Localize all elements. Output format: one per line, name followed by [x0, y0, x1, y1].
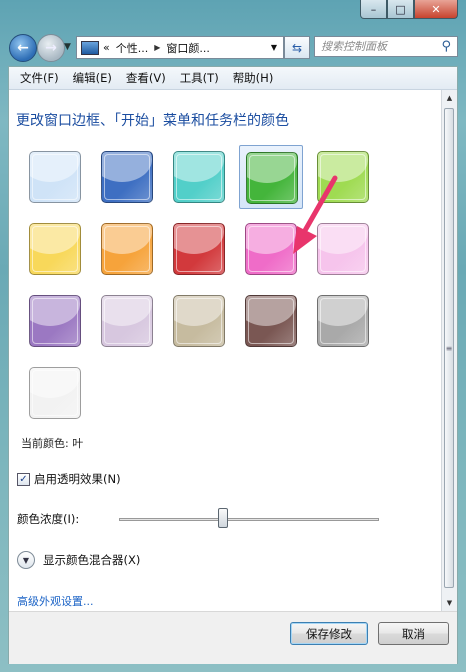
color-mixer-toggle[interactable]: ▼ 显示颜色混合器(X): [17, 551, 140, 569]
vertical-scrollbar[interactable]: ▲ ≡ ▼: [441, 90, 457, 611]
client-area: 文件(F) 编辑(E) 查看(V) 工具(T) 帮助(H) 更改窗口边框、「开始…: [8, 66, 458, 664]
color-swatch-sea[interactable]: [167, 145, 231, 209]
chevron-down-icon[interactable]: ▼: [17, 551, 35, 569]
color-swatch-twilight[interactable]: [95, 145, 159, 209]
arrow-right-icon: →: [45, 40, 57, 56]
color-swatch-frost[interactable]: [23, 361, 87, 425]
refresh-button[interactable]: ⇆: [284, 36, 310, 59]
menu-bar: 文件(F) 编辑(E) 查看(V) 工具(T) 帮助(H): [9, 67, 457, 90]
refresh-icon: ⇆: [291, 40, 303, 55]
breadcrumb-window-color[interactable]: 窗口颜...: [166, 40, 210, 56]
color-settings-panel: 更改窗口边框、「开始」菜单和任务栏的颜色 当前颜色: 叶 ✓ 启用透明效果(N)…: [9, 90, 442, 611]
scroll-down-icon[interactable]: ▼: [442, 595, 457, 611]
color-swatch-fill[interactable]: [101, 295, 153, 347]
maximize-button[interactable]: □: [387, 0, 414, 19]
color-swatch-pumpkin[interactable]: [95, 217, 159, 281]
color-swatch-fill[interactable]: [245, 223, 297, 275]
color-swatch-lavender[interactable]: [95, 289, 159, 353]
transparency-checkbox[interactable]: ✓: [17, 472, 30, 486]
color-swatch-fill[interactable]: [29, 223, 81, 275]
navigation-bar: ← → ▼ « 个性... ▶ 窗口颜... ▼ ⇆ ⚲: [0, 30, 466, 62]
minimize-button[interactable]: –: [360, 0, 387, 19]
color-swatch-fill[interactable]: [173, 223, 225, 275]
color-swatch-ruby[interactable]: [167, 217, 231, 281]
color-swatch-fill[interactable]: [29, 367, 81, 419]
annotation-arrow-icon: [293, 175, 338, 254]
color-swatch-slate[interactable]: [311, 289, 375, 353]
back-button[interactable]: ←: [9, 34, 37, 62]
search-box[interactable]: ⚲: [314, 36, 458, 57]
address-bar[interactable]: « 个性... ▶ 窗口颜... ▼: [76, 36, 284, 59]
color-swatch-fill[interactable]: [101, 223, 153, 275]
search-icon[interactable]: ⚲: [441, 39, 451, 54]
page-title: 更改窗口边框、「开始」菜单和任务栏的颜色: [16, 113, 289, 129]
menu-edit[interactable]: 编辑(E): [66, 68, 119, 88]
menu-tools[interactable]: 工具(T): [173, 68, 226, 88]
color-swatch-violet[interactable]: [23, 289, 87, 353]
transparency-option[interactable]: ✓ 启用透明效果(N): [17, 471, 121, 487]
menu-help[interactable]: 帮助(H): [226, 68, 281, 88]
color-swatch-fill[interactable]: [29, 151, 81, 203]
color-swatch-fill[interactable]: [173, 295, 225, 347]
color-intensity-slider-thumb[interactable]: [218, 508, 228, 528]
caption-buttons: – □ ✕: [360, 0, 458, 20]
scrollbar-thumb[interactable]: ≡: [444, 108, 454, 588]
color-swatch-fill[interactable]: [173, 151, 225, 203]
color-swatch-sky[interactable]: [23, 145, 87, 209]
color-swatch-fill[interactable]: [101, 151, 153, 203]
color-swatch-fill[interactable]: [29, 295, 81, 347]
color-swatch-taupe[interactable]: [167, 289, 231, 353]
button-bar: 保存修改 取消: [9, 611, 457, 664]
chevron-down-icon: ▼: [64, 42, 71, 52]
menu-file[interactable]: 文件(F): [13, 68, 66, 88]
advanced-appearance-link[interactable]: 高级外观设置...: [17, 593, 94, 609]
control-panel-window: – □ ✕ ← → ▼ « 个性... ▶ 窗口颜... ▼ ⇆ ⚲ 文件(F)…: [0, 0, 466, 672]
current-color-label: 当前颜色: 叶: [21, 437, 84, 450]
control-panel-icon: [81, 40, 99, 55]
save-changes-button[interactable]: 保存修改: [290, 622, 368, 645]
color-swatch-fill[interactable]: [317, 295, 369, 347]
cancel-button[interactable]: 取消: [378, 622, 449, 645]
scroll-up-icon[interactable]: ▲: [442, 90, 457, 106]
search-input[interactable]: [321, 40, 429, 53]
menu-view[interactable]: 查看(V): [119, 68, 173, 88]
close-button[interactable]: ✕: [414, 0, 458, 19]
address-dropdown-icon[interactable]: ▼: [271, 43, 277, 52]
breadcrumb-overflow[interactable]: «: [103, 41, 110, 54]
transparency-label[interactable]: 启用透明效果(N): [34, 471, 121, 487]
breadcrumb-personalization[interactable]: 个性...: [116, 40, 149, 56]
grip-icon: ≡: [445, 343, 453, 353]
color-intensity-label: 颜色浓度(I):: [17, 512, 80, 526]
forward-button[interactable]: →: [37, 34, 65, 62]
breadcrumb-separator-icon[interactable]: ▶: [154, 43, 160, 52]
color-intensity-slider[interactable]: [119, 518, 379, 521]
color-swatch-chocolate[interactable]: [239, 289, 303, 353]
recent-pages-dropdown[interactable]: ▼: [64, 42, 71, 52]
color-mixer-label[interactable]: 显示颜色混合器(X): [43, 552, 140, 568]
arrow-left-icon: ←: [17, 40, 29, 56]
color-swatch-lightning[interactable]: [23, 217, 87, 281]
color-swatch-fill[interactable]: [245, 295, 297, 347]
